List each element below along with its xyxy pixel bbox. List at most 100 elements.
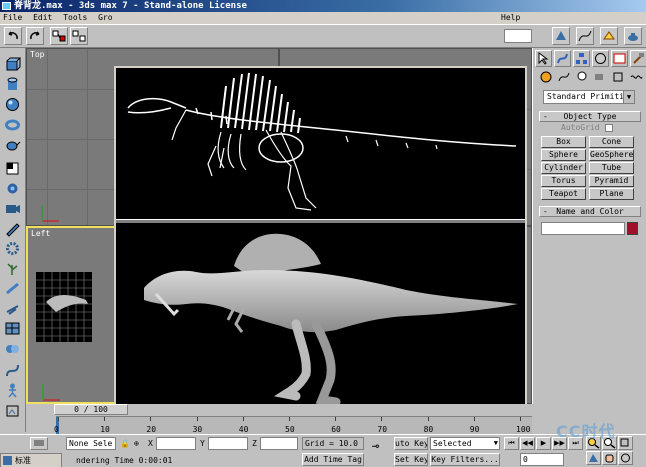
autogrid-checkbox[interactable] [605,124,613,132]
tab-utilities[interactable] [630,50,646,67]
teapot-button[interactable]: Teapot [541,188,586,200]
zoom-extents-button[interactable] [618,436,633,450]
lights-category[interactable] [575,70,589,84]
grid-tool[interactable] [4,320,21,337]
spacewarps-category[interactable] [629,70,643,84]
unlink-button[interactable] [70,27,88,45]
redo-button[interactable] [26,27,44,45]
cylinder-button[interactable]: Cylinder [541,162,586,174]
ime-indicator[interactable]: 标准 [0,453,62,467]
torus-tool[interactable] [4,116,21,133]
wave-icon [630,75,643,79]
main-toolbar [0,24,646,48]
helpers-category[interactable] [611,70,625,84]
z-coordinate-input[interactable] [260,437,298,450]
track-bar[interactable]: 0 10 20 30 40 50 60 70 80 90 100 [54,416,532,435]
mirror-button[interactable] [552,27,570,45]
auto-key-button[interactable]: uto Key [394,437,428,450]
compound-tool[interactable] [4,340,21,357]
y-coordinate-input[interactable] [208,437,248,450]
named-selection-combo[interactable] [504,29,532,43]
render-scene-button[interactable] [624,27,642,45]
object-type-rollout[interactable]: - Object Type [539,111,641,122]
tab-hierarchy[interactable] [573,50,590,67]
object-color-swatch[interactable] [627,222,638,235]
previous-frame-button[interactable]: ◀◀ [520,437,535,450]
menu-tools[interactable]: Tools [60,12,90,24]
orbit-button[interactable] [618,451,633,465]
name-color-rollout[interactable]: - Name and Color [539,206,641,217]
camera-small-icon [595,74,603,80]
cameras-category[interactable] [593,70,607,84]
tab-motion[interactable] [592,50,609,67]
geosphere-button[interactable]: GeoSphere [589,149,634,161]
viewport-left-label[interactable]: Left [31,229,50,238]
key-icon[interactable]: ⊸ [372,440,379,452]
geometry-icon [540,71,552,83]
shapes-icon [558,72,570,82]
undo-button[interactable] [4,27,22,45]
viewport-top-label[interactable]: Top [30,50,44,59]
modifier-tool[interactable] [4,382,21,399]
camera-tool[interactable] [4,200,21,217]
title-bar: 脊背龙.max - 3ds max 7 - Stand-alone Licens… [0,0,646,12]
teapot-tool[interactable] [4,136,21,153]
shapes-category[interactable] [557,70,571,84]
tab-display[interactable] [611,50,628,67]
set-key-button[interactable]: Set Key [394,453,428,466]
morph-tool[interactable] [4,362,21,379]
object-name-input[interactable] [541,222,625,235]
menu-edit[interactable]: Edit [30,12,55,24]
lock-icon[interactable]: 🔒 [120,438,130,449]
select-link-button[interactable] [50,27,68,45]
teapot-shape-icon [6,141,21,151]
menu-group[interactable]: Gro [95,12,115,24]
geometry-category[interactable] [539,70,553,84]
morph-icon [6,364,19,377]
sphere-tool[interactable] [4,96,21,113]
goto-start-icon: ⏮ [508,439,515,447]
particle-tool[interactable] [4,300,21,317]
window-title: 脊背龙.max - 3ds max 7 - Stand-alone Licens… [14,1,247,11]
shape-tool[interactable] [4,220,21,237]
plane-button[interactable]: Plane [589,188,634,200]
selected-dropdown[interactable]: Selected ▼ [430,437,500,450]
render-icon [603,31,615,40]
goto-start-button[interactable]: ⏮ [504,437,519,450]
primitive-type-dropdown[interactable]: Standard Primitiv ▼ [543,90,635,104]
helper-tool[interactable] [4,160,21,177]
render-setup-button[interactable] [600,27,618,45]
light-tool[interactable] [4,180,21,197]
scene-tool[interactable] [4,402,21,419]
app-icon [2,2,11,10]
play-button[interactable]: ▶ [536,437,551,450]
bone-tool[interactable] [4,280,21,297]
tube-button[interactable]: Tube [589,162,634,174]
space-warp-tool[interactable] [4,240,21,257]
box-icon [6,57,22,71]
menu-file[interactable]: File [0,12,25,24]
cylinder-tool[interactable] [4,76,21,93]
x-coordinate-input[interactable] [156,437,196,450]
curve-editor-button[interactable] [576,27,594,45]
fov-button[interactable] [586,451,601,465]
sphere-button[interactable]: Sphere [541,149,586,161]
unlink-icon [72,30,86,42]
time-slider[interactable]: 0 / 100 [54,404,128,415]
system-tool[interactable] [4,260,21,277]
box-button[interactable]: Box [541,136,586,148]
timeline-tick-label: 0 [54,425,59,434]
absolute-mode-icon[interactable]: ⊕ [134,438,139,449]
add-time-tag-button[interactable]: Add Time Tag [302,453,364,466]
cone-button[interactable]: Cone [589,136,634,148]
current-frame-input[interactable]: 0 [520,453,564,466]
torus-button[interactable]: Torus [541,175,586,187]
maxscript-listener-button[interactable] [30,437,48,450]
menu-help[interactable]: Help [498,12,523,24]
tab-modify[interactable] [554,50,571,67]
tab-create[interactable] [535,50,552,67]
box-tool[interactable] [4,56,22,73]
pyramid-button[interactable]: Pyramid [589,175,634,187]
key-filters-button[interactable]: Key Filters... [430,453,500,466]
pan-button[interactable] [602,451,617,465]
